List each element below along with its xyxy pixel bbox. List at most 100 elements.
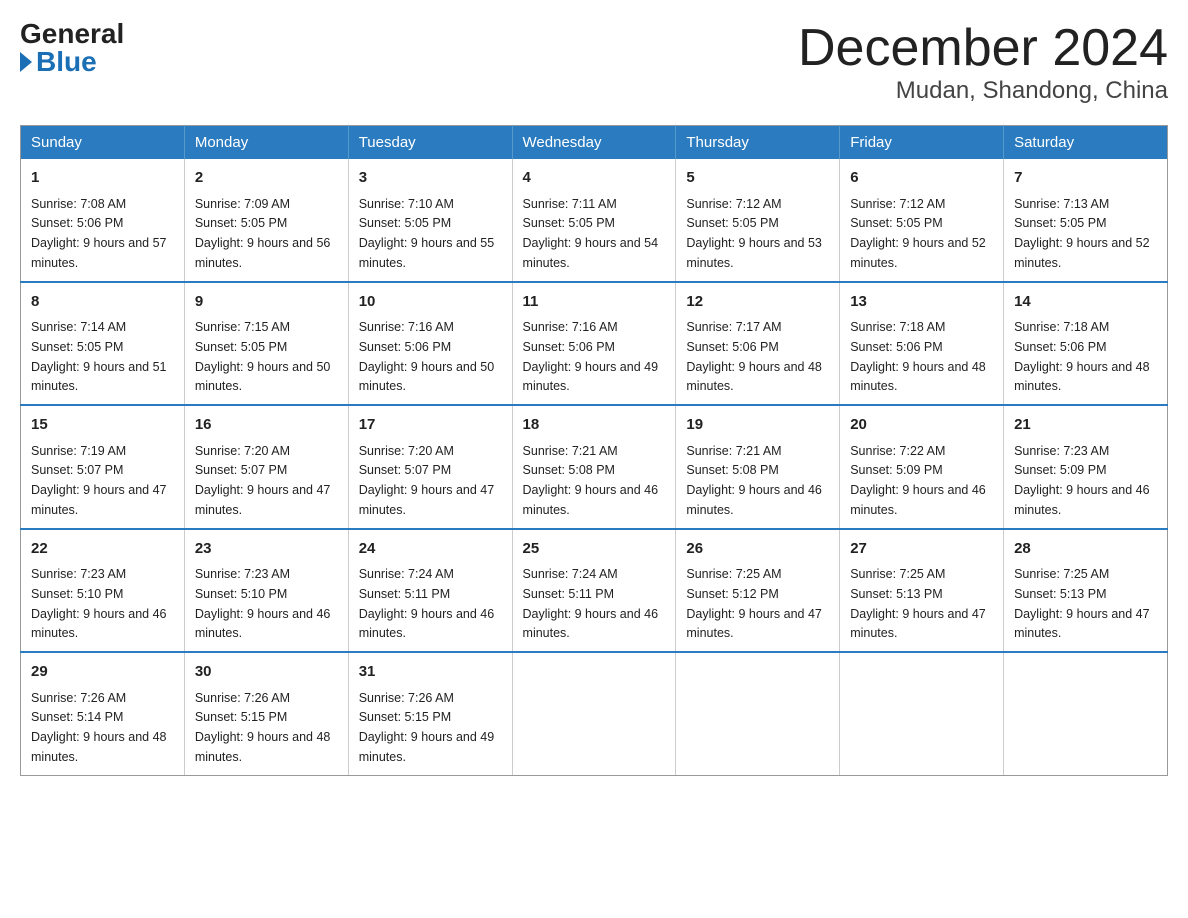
logo-triangle-icon [20, 52, 32, 72]
calendar-cell: 3 Sunrise: 7:10 AMSunset: 5:05 PMDayligh… [348, 159, 512, 282]
day-number: 15 [31, 414, 174, 437]
calendar-cell: 15 Sunrise: 7:19 AMSunset: 5:07 PMDaylig… [21, 405, 185, 529]
day-number: 5 [686, 167, 829, 190]
calendar-cell: 25 Sunrise: 7:24 AMSunset: 5:11 PMDaylig… [512, 529, 676, 653]
calendar-table: SundayMondayTuesdayWednesdayThursdayFrid… [20, 125, 1168, 776]
calendar-week-row: 29 Sunrise: 7:26 AMSunset: 5:14 PMDaylig… [21, 652, 1168, 775]
day-info: Sunrise: 7:16 AMSunset: 5:06 PMDaylight:… [523, 320, 659, 393]
logo-blue-text: Blue [20, 48, 97, 76]
page-header: General Blue December 2024 Mudan, Shando… [20, 20, 1168, 105]
day-info: Sunrise: 7:20 AMSunset: 5:07 PMDaylight:… [359, 444, 495, 517]
day-info: Sunrise: 7:22 AMSunset: 5:09 PMDaylight:… [850, 444, 986, 517]
day-info: Sunrise: 7:10 AMSunset: 5:05 PMDaylight:… [359, 197, 495, 270]
day-info: Sunrise: 7:26 AMSunset: 5:15 PMDaylight:… [359, 691, 495, 764]
calendar-cell: 11 Sunrise: 7:16 AMSunset: 5:06 PMDaylig… [512, 282, 676, 406]
day-number: 19 [686, 414, 829, 437]
calendar-cell: 20 Sunrise: 7:22 AMSunset: 5:09 PMDaylig… [840, 405, 1004, 529]
day-info: Sunrise: 7:14 AMSunset: 5:05 PMDaylight:… [31, 320, 167, 393]
weekday-header: Monday [184, 126, 348, 160]
day-number: 16 [195, 414, 338, 437]
day-info: Sunrise: 7:23 AMSunset: 5:10 PMDaylight:… [195, 567, 331, 640]
calendar-cell: 31 Sunrise: 7:26 AMSunset: 5:15 PMDaylig… [348, 652, 512, 775]
calendar-cell: 1 Sunrise: 7:08 AMSunset: 5:06 PMDayligh… [21, 159, 185, 282]
day-number: 21 [1014, 414, 1157, 437]
day-number: 7 [1014, 167, 1157, 190]
weekday-header: Friday [840, 126, 1004, 160]
day-number: 24 [359, 538, 502, 561]
day-number: 8 [31, 291, 174, 314]
calendar-week-row: 8 Sunrise: 7:14 AMSunset: 5:05 PMDayligh… [21, 282, 1168, 406]
calendar-cell: 30 Sunrise: 7:26 AMSunset: 5:15 PMDaylig… [184, 652, 348, 775]
logo-general-text: General [20, 20, 124, 48]
day-info: Sunrise: 7:23 AMSunset: 5:09 PMDaylight:… [1014, 444, 1150, 517]
location-title: Mudan, Shandong, China [798, 77, 1168, 105]
day-number: 27 [850, 538, 993, 561]
day-info: Sunrise: 7:15 AMSunset: 5:05 PMDaylight:… [195, 320, 331, 393]
calendar-cell: 13 Sunrise: 7:18 AMSunset: 5:06 PMDaylig… [840, 282, 1004, 406]
day-number: 6 [850, 167, 993, 190]
day-info: Sunrise: 7:26 AMSunset: 5:14 PMDaylight:… [31, 691, 167, 764]
calendar-cell: 22 Sunrise: 7:23 AMSunset: 5:10 PMDaylig… [21, 529, 185, 653]
day-number: 9 [195, 291, 338, 314]
day-number: 13 [850, 291, 993, 314]
calendar-cell [676, 652, 840, 775]
calendar-cell: 5 Sunrise: 7:12 AMSunset: 5:05 PMDayligh… [676, 159, 840, 282]
day-number: 25 [523, 538, 666, 561]
calendar-header: SundayMondayTuesdayWednesdayThursdayFrid… [21, 126, 1168, 160]
day-number: 12 [686, 291, 829, 314]
day-info: Sunrise: 7:12 AMSunset: 5:05 PMDaylight:… [850, 197, 986, 270]
calendar-cell: 10 Sunrise: 7:16 AMSunset: 5:06 PMDaylig… [348, 282, 512, 406]
calendar-cell: 26 Sunrise: 7:25 AMSunset: 5:12 PMDaylig… [676, 529, 840, 653]
day-number: 20 [850, 414, 993, 437]
day-info: Sunrise: 7:17 AMSunset: 5:06 PMDaylight:… [686, 320, 822, 393]
weekday-row: SundayMondayTuesdayWednesdayThursdayFrid… [21, 126, 1168, 160]
calendar-cell: 18 Sunrise: 7:21 AMSunset: 5:08 PMDaylig… [512, 405, 676, 529]
weekday-header: Tuesday [348, 126, 512, 160]
day-info: Sunrise: 7:25 AMSunset: 5:13 PMDaylight:… [850, 567, 986, 640]
day-info: Sunrise: 7:26 AMSunset: 5:15 PMDaylight:… [195, 691, 331, 764]
day-number: 1 [31, 167, 174, 190]
weekday-header: Sunday [21, 126, 185, 160]
calendar-cell: 29 Sunrise: 7:26 AMSunset: 5:14 PMDaylig… [21, 652, 185, 775]
calendar-cell: 2 Sunrise: 7:09 AMSunset: 5:05 PMDayligh… [184, 159, 348, 282]
day-number: 11 [523, 291, 666, 314]
calendar-cell: 12 Sunrise: 7:17 AMSunset: 5:06 PMDaylig… [676, 282, 840, 406]
day-info: Sunrise: 7:25 AMSunset: 5:12 PMDaylight:… [686, 567, 822, 640]
day-number: 30 [195, 661, 338, 684]
calendar-cell: 4 Sunrise: 7:11 AMSunset: 5:05 PMDayligh… [512, 159, 676, 282]
day-info: Sunrise: 7:19 AMSunset: 5:07 PMDaylight:… [31, 444, 167, 517]
day-info: Sunrise: 7:20 AMSunset: 5:07 PMDaylight:… [195, 444, 331, 517]
day-info: Sunrise: 7:24 AMSunset: 5:11 PMDaylight:… [523, 567, 659, 640]
calendar-body: 1 Sunrise: 7:08 AMSunset: 5:06 PMDayligh… [21, 159, 1168, 775]
calendar-cell: 21 Sunrise: 7:23 AMSunset: 5:09 PMDaylig… [1004, 405, 1168, 529]
day-number: 23 [195, 538, 338, 561]
calendar-cell: 17 Sunrise: 7:20 AMSunset: 5:07 PMDaylig… [348, 405, 512, 529]
day-info: Sunrise: 7:09 AMSunset: 5:05 PMDaylight:… [195, 197, 331, 270]
day-info: Sunrise: 7:25 AMSunset: 5:13 PMDaylight:… [1014, 567, 1150, 640]
calendar-cell: 28 Sunrise: 7:25 AMSunset: 5:13 PMDaylig… [1004, 529, 1168, 653]
day-number: 17 [359, 414, 502, 437]
day-number: 2 [195, 167, 338, 190]
day-number: 26 [686, 538, 829, 561]
weekday-header: Thursday [676, 126, 840, 160]
day-info: Sunrise: 7:18 AMSunset: 5:06 PMDaylight:… [850, 320, 986, 393]
day-number: 4 [523, 167, 666, 190]
day-info: Sunrise: 7:16 AMSunset: 5:06 PMDaylight:… [359, 320, 495, 393]
calendar-cell: 6 Sunrise: 7:12 AMSunset: 5:05 PMDayligh… [840, 159, 1004, 282]
calendar-cell: 19 Sunrise: 7:21 AMSunset: 5:08 PMDaylig… [676, 405, 840, 529]
day-number: 10 [359, 291, 502, 314]
day-number: 31 [359, 661, 502, 684]
calendar-week-row: 1 Sunrise: 7:08 AMSunset: 5:06 PMDayligh… [21, 159, 1168, 282]
day-number: 29 [31, 661, 174, 684]
month-title: December 2024 [798, 20, 1168, 77]
day-info: Sunrise: 7:23 AMSunset: 5:10 PMDaylight:… [31, 567, 167, 640]
calendar-cell: 14 Sunrise: 7:18 AMSunset: 5:06 PMDaylig… [1004, 282, 1168, 406]
day-number: 22 [31, 538, 174, 561]
logo: General Blue [20, 20, 124, 76]
day-number: 28 [1014, 538, 1157, 561]
weekday-header: Saturday [1004, 126, 1168, 160]
day-info: Sunrise: 7:24 AMSunset: 5:11 PMDaylight:… [359, 567, 495, 640]
calendar-cell: 9 Sunrise: 7:15 AMSunset: 5:05 PMDayligh… [184, 282, 348, 406]
calendar-cell: 27 Sunrise: 7:25 AMSunset: 5:13 PMDaylig… [840, 529, 1004, 653]
calendar-cell [840, 652, 1004, 775]
